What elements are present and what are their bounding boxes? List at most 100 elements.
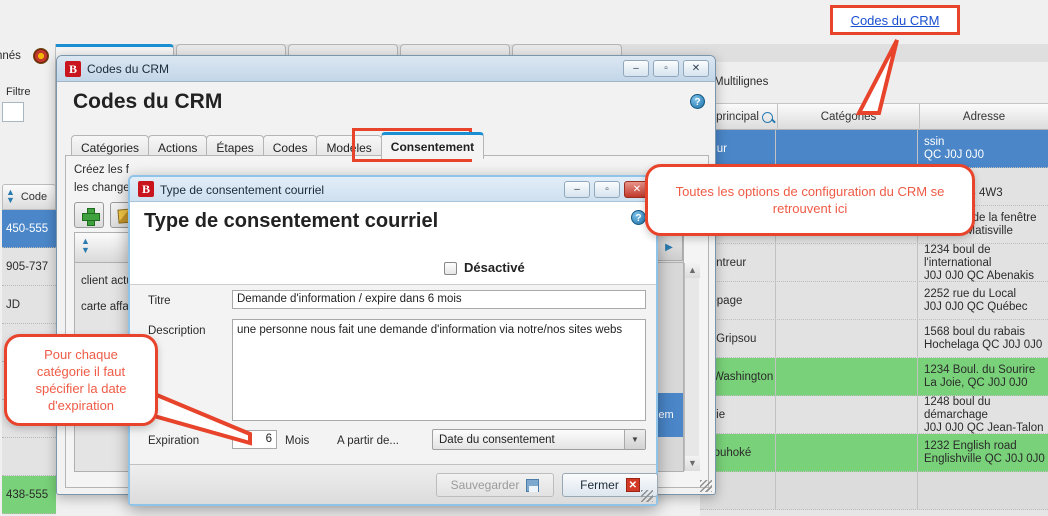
outer-window-title: Codes du CRM: [87, 62, 170, 76]
description-label: Description: [148, 325, 206, 337]
chevron-down-icon[interactable]: ▼: [624, 430, 645, 449]
app-logo-icon: B: [138, 181, 154, 197]
sort-arrows-icon[interactable]: ▲ ▼: [81, 237, 90, 255]
list-scrollbar[interactable]: ▲ ▼: [684, 263, 700, 471]
address-line-1: 1232 English road: [924, 440, 1017, 452]
cell-categories: [778, 130, 918, 168]
table-row[interactable]: s Washington 1234 Boul. du Sourire La Jo…: [700, 358, 1048, 396]
resize-grip[interactable]: [700, 480, 712, 492]
screenshot-root: nnés Filtre Code ▲▼ 450-555 905-737 JD 4…: [0, 0, 1048, 516]
search-icon[interactable]: [761, 111, 773, 123]
code-row[interactable]: 450-555: [2, 210, 56, 248]
help-icon[interactable]: ?: [690, 94, 705, 109]
table-row[interactable]: ocie 1248 boul du démarchage J0J 0J0 QC …: [700, 396, 1048, 434]
scroll-down-button[interactable]: ▼: [685, 456, 700, 471]
table-row[interactable]: [700, 472, 1048, 510]
cell-adresse: 1234 Boul. du Sourire La Joie, QC J0J 0J…: [920, 358, 1048, 396]
left-panel: nnés Filtre Code ▲▼ 450-555 905-737 JD 4…: [0, 44, 56, 516]
table-row[interactable]: ryouhoké 1232 English road Englishville …: [700, 434, 1048, 472]
left-panel-tab-label[interactable]: nnés: [0, 50, 21, 62]
floppy-icon: [526, 478, 540, 492]
minimize-button[interactable]: –: [623, 60, 649, 77]
address-line-2: Hochelaga QC J0J 0J0: [924, 339, 1043, 351]
description-textarea[interactable]: une personne nous fait une demande d'inf…: [232, 319, 646, 421]
save-button-label: Sauvegarder: [450, 478, 520, 492]
outer-window-header: Codes du CRM ?: [57, 82, 715, 128]
apartir-label: A partir de...: [337, 435, 400, 447]
desactive-checkbox[interactable]: [444, 262, 457, 275]
cell-adresse: 1568 boul du rabais Hochelaga QC J0J 0J0: [920, 320, 1048, 358]
panel-intro-line-2: les change: [74, 182, 130, 194]
inner-window-controls: – ▫ ✕: [564, 181, 650, 198]
close-button-label: Fermer: [580, 478, 619, 492]
column-header-categories[interactable]: Catégories: [778, 104, 920, 130]
code-row[interactable]: JD: [2, 286, 56, 324]
address-line-2: QC J0J 0J0: [924, 149, 985, 161]
plus-icon: [82, 208, 100, 226]
close-button[interactable]: ✕: [683, 60, 709, 77]
column-header-categories-label: Catégories: [820, 111, 877, 123]
record-indicator-icon: [33, 48, 49, 64]
cell-categories: [778, 434, 918, 472]
resize-grip[interactable]: [641, 490, 653, 502]
help-icon[interactable]: ?: [631, 210, 646, 225]
annotation-expiration-text: Pour chaque catégorie il faut spécifier …: [35, 347, 127, 413]
annotation-config-callout: Toutes les options de configuration du C…: [645, 164, 975, 236]
code-column-label: Code: [20, 191, 48, 203]
address-line-1: ssin: [924, 136, 945, 148]
outer-titlebar[interactable]: B Codes du CRM – ▫ ✕: [57, 56, 715, 82]
apartir-selected-value: Date du consentement: [439, 433, 555, 446]
maximize-button[interactable]: ▫: [653, 60, 679, 77]
code-row[interactable]: 905-737: [2, 248, 56, 286]
code-row-value: 905-737: [6, 260, 49, 273]
cell-adresse: ssin QC J0J 0J0: [920, 130, 1048, 168]
expiration-label: Expiration: [148, 435, 200, 447]
table-row[interactable]: Lepage 2252 rue du Local J0J 0J0 QC Québ…: [700, 282, 1048, 320]
multilignes-label[interactable]: Multilignes: [714, 76, 768, 88]
cell-categories: [778, 358, 918, 396]
cell-adresse: 1234 boul de l'international J0J 0J0 QC …: [920, 244, 1048, 282]
panel-intro-line-1: Créez les f: [74, 164, 129, 176]
titre-input[interactable]: Demande d'information / expire dans 6 mo…: [232, 290, 646, 309]
contacts-grid: Multilignes ct principal Catégories Adre…: [700, 62, 1048, 516]
page-title: Codes du CRM: [73, 90, 223, 113]
table-row[interactable]: edur ssin QC J0J 0J0: [700, 130, 1048, 168]
table-row[interactable]: ventreur 1234 boul de l'international J0…: [700, 244, 1048, 282]
tab-label: Actions: [158, 140, 198, 155]
add-button[interactable]: [74, 202, 104, 228]
grid-toolbar: Multilignes: [700, 62, 1048, 104]
desactive-label: Désactivé: [464, 260, 525, 275]
code-row-value: 450-555: [6, 222, 49, 235]
annotation-link-label[interactable]: Codes du CRM: [851, 13, 940, 28]
next-button[interactable]: ▶: [655, 233, 683, 261]
address-line-2: J0J 0J0 QC Abenakis: [924, 269, 1034, 282]
table-row[interactable]: ld Gripsou 1568 boul du rabais Hochelaga…: [700, 320, 1048, 358]
column-header-adresse[interactable]: Adresse: [920, 104, 1048, 130]
cell-adresse: 1248 boul du démarchage J0J 0J0 QC Jean-…: [920, 396, 1048, 434]
code-row-value: 438-555: [6, 488, 49, 501]
apartir-select[interactable]: Date du consentement ▼: [432, 429, 646, 450]
inner-titlebar[interactable]: B Type de consentement courriel – ▫ ✕: [130, 177, 656, 202]
tab-label: Consentement: [390, 140, 475, 154]
tab-label: Codes: [272, 140, 308, 155]
maximize-button[interactable]: ▫: [594, 181, 620, 198]
close-x-icon: ✕: [625, 478, 640, 492]
dialog-button-bar: Sauvegarder Fermer ✕: [130, 464, 658, 504]
filter-input[interactable]: [2, 102, 24, 122]
tab-consentement[interactable]: Consentement: [380, 132, 485, 159]
cell-categories: [778, 282, 918, 320]
titre-label: Titre: [148, 295, 171, 307]
sort-arrows-icon[interactable]: ▲ ▼: [6, 188, 15, 205]
address-line-1: 1248 boul du démarchage: [924, 395, 991, 421]
annotation-expiration-callout: Pour chaque catégorie il faut spécifier …: [4, 334, 158, 426]
dialog-title: Type de consentement courriel: [144, 210, 439, 232]
type-consentement-dialog: B Type de consentement courriel – ▫ ✕ Ty…: [128, 175, 658, 506]
save-button[interactable]: Sauvegarder: [436, 473, 554, 497]
code-row[interactable]: 438-555: [2, 476, 56, 514]
expiration-input[interactable]: 6: [232, 430, 277, 449]
outer-window-controls: – ▫ ✕: [623, 60, 709, 77]
code-row[interactable]: [2, 438, 56, 476]
scroll-up-button[interactable]: ▲: [685, 263, 700, 278]
minimize-button[interactable]: –: [564, 181, 590, 198]
cell-categories: [778, 472, 918, 510]
